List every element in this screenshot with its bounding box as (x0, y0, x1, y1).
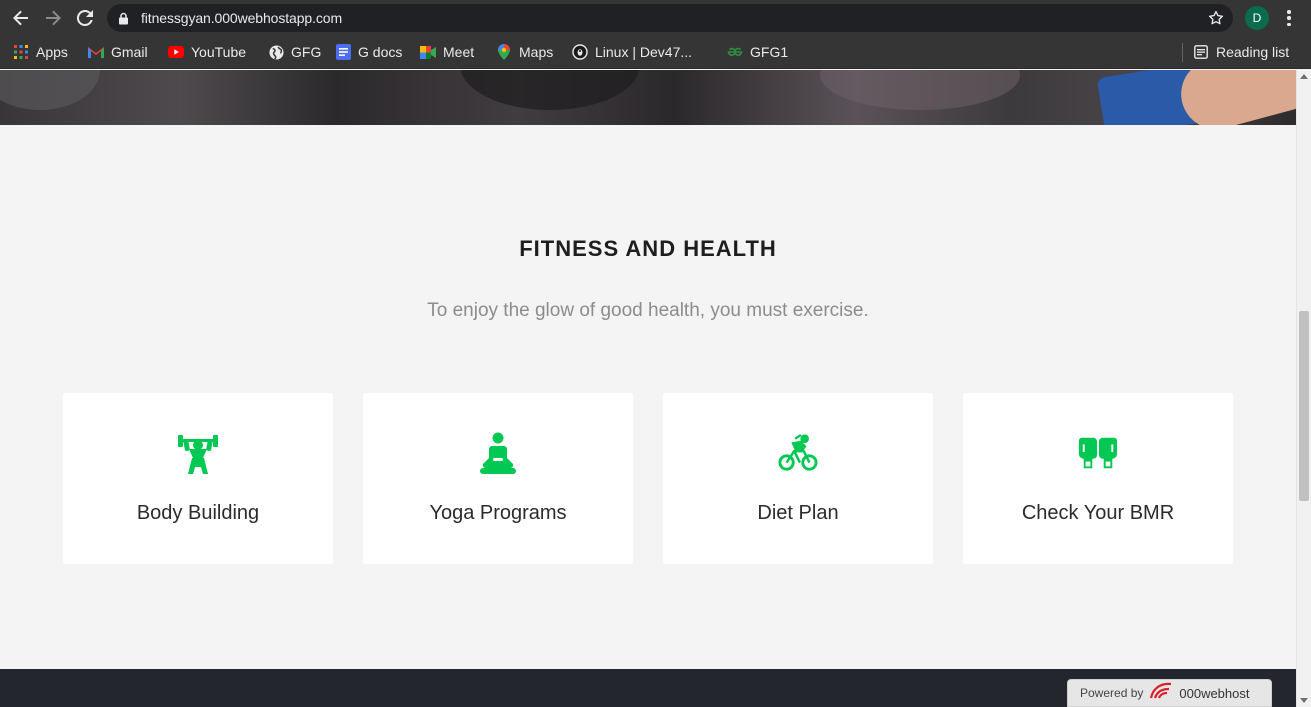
powered-by-text: Powered by (1080, 686, 1144, 700)
page-viewport: FITNESS AND HEALTH To enjoy the glow of … (0, 70, 1296, 707)
card-label: Diet Plan (757, 502, 839, 524)
meditation-icon (478, 431, 518, 475)
bookmark-label: GFG (291, 44, 322, 60)
card-diet-plan[interactable]: Diet Plan (663, 393, 933, 564)
docs-icon (335, 44, 351, 60)
bookmark-label: Apps (36, 44, 68, 60)
weightlifter-icon (178, 431, 218, 475)
bookmark-youtube[interactable]: YouTube (168, 42, 246, 62)
card-label: Yoga Programs (429, 502, 567, 524)
card-body-building[interactable]: Body Building (63, 393, 333, 564)
card-label: Body Building (136, 502, 260, 524)
card-check-bmr[interactable]: Check Your BMR (963, 393, 1233, 564)
bookmark-apps[interactable]: Apps (13, 42, 68, 62)
browser-menu-button[interactable] (1281, 8, 1297, 28)
host-brand-text: 000webhost (1179, 685, 1250, 701)
card-label: Check Your BMR (1021, 502, 1175, 524)
arrow-right-icon (46, 10, 61, 26)
forward-button[interactable] (41, 6, 65, 30)
section-title: FITNESS AND HEALTH (519, 236, 777, 261)
bookmark-linux-dev47[interactable]: Linux | Dev47... (572, 42, 692, 62)
page-scrollbar[interactable] (1296, 70, 1311, 707)
lock-icon (119, 12, 128, 25)
bookmark-label: G docs (358, 44, 403, 60)
bookmark-gmail[interactable]: Gmail (88, 42, 148, 62)
youtube-icon (168, 44, 184, 60)
bookmark-label: Maps (519, 44, 554, 60)
bookmarks-bar: Apps Gmail YouTube GFG G docs Meet Maps … (0, 36, 1311, 69)
meet-icon (420, 44, 436, 60)
globe-icon (268, 44, 284, 60)
profile-avatar[interactable]: D (1245, 6, 1269, 30)
linux-icon (572, 44, 588, 60)
bookmark-star-icon[interactable] (1207, 9, 1225, 27)
bookmark-meet[interactable]: Meet (420, 42, 474, 62)
bookmark-label: GFG1 (750, 44, 789, 60)
host-logo-icon (1149, 682, 1173, 705)
powered-by-badge[interactable]: Powered by 000webhost (1067, 679, 1272, 707)
bookmarks-divider (1182, 43, 1183, 62)
bookmark-gfg1[interactable]: GFG1 (727, 42, 788, 62)
apps-grid-icon (13, 44, 29, 60)
cyclist-icon (778, 431, 818, 475)
section-subtitle: To enjoy the glow of good health, you mu… (427, 300, 869, 321)
bookmark-gfg[interactable]: GFG (268, 42, 321, 62)
bookmark-label: Gmail (111, 44, 148, 60)
bookmark-label: Linux | Dev47... (595, 44, 693, 60)
bookmark-label: YouTube (191, 44, 247, 60)
arrow-left-icon (13, 10, 28, 26)
hero-image (0, 70, 1296, 125)
reading-list-button[interactable]: Reading list (1193, 42, 1289, 62)
address-bar[interactable]: fitnessgyan.000webhostapp.com (107, 4, 1233, 32)
boxing-gloves-icon (1078, 431, 1118, 475)
reading-list-label: Reading list (1216, 44, 1290, 60)
browser-toolbar: fitnessgyan.000webhostapp.com D (0, 0, 1311, 36)
scroll-down-arrow-icon[interactable] (1300, 698, 1308, 703)
gfg-icon (727, 44, 743, 60)
bookmark-maps[interactable]: Maps (496, 42, 553, 62)
scrollbar-thumb[interactable] (1299, 311, 1309, 501)
reload-icon (76, 9, 93, 26)
reload-button[interactable] (73, 6, 97, 30)
url-text: fitnessgyan.000webhostapp.com (141, 10, 343, 26)
back-button[interactable] (9, 6, 33, 30)
bookmark-g-docs[interactable]: G docs (335, 42, 402, 62)
card-yoga-programs[interactable]: Yoga Programs (363, 393, 633, 564)
gmail-icon (88, 44, 104, 60)
reading-list-icon (1193, 44, 1209, 60)
bookmark-label: Meet (443, 44, 475, 60)
scroll-up-arrow-icon[interactable] (1300, 74, 1308, 79)
maps-icon (496, 44, 512, 60)
